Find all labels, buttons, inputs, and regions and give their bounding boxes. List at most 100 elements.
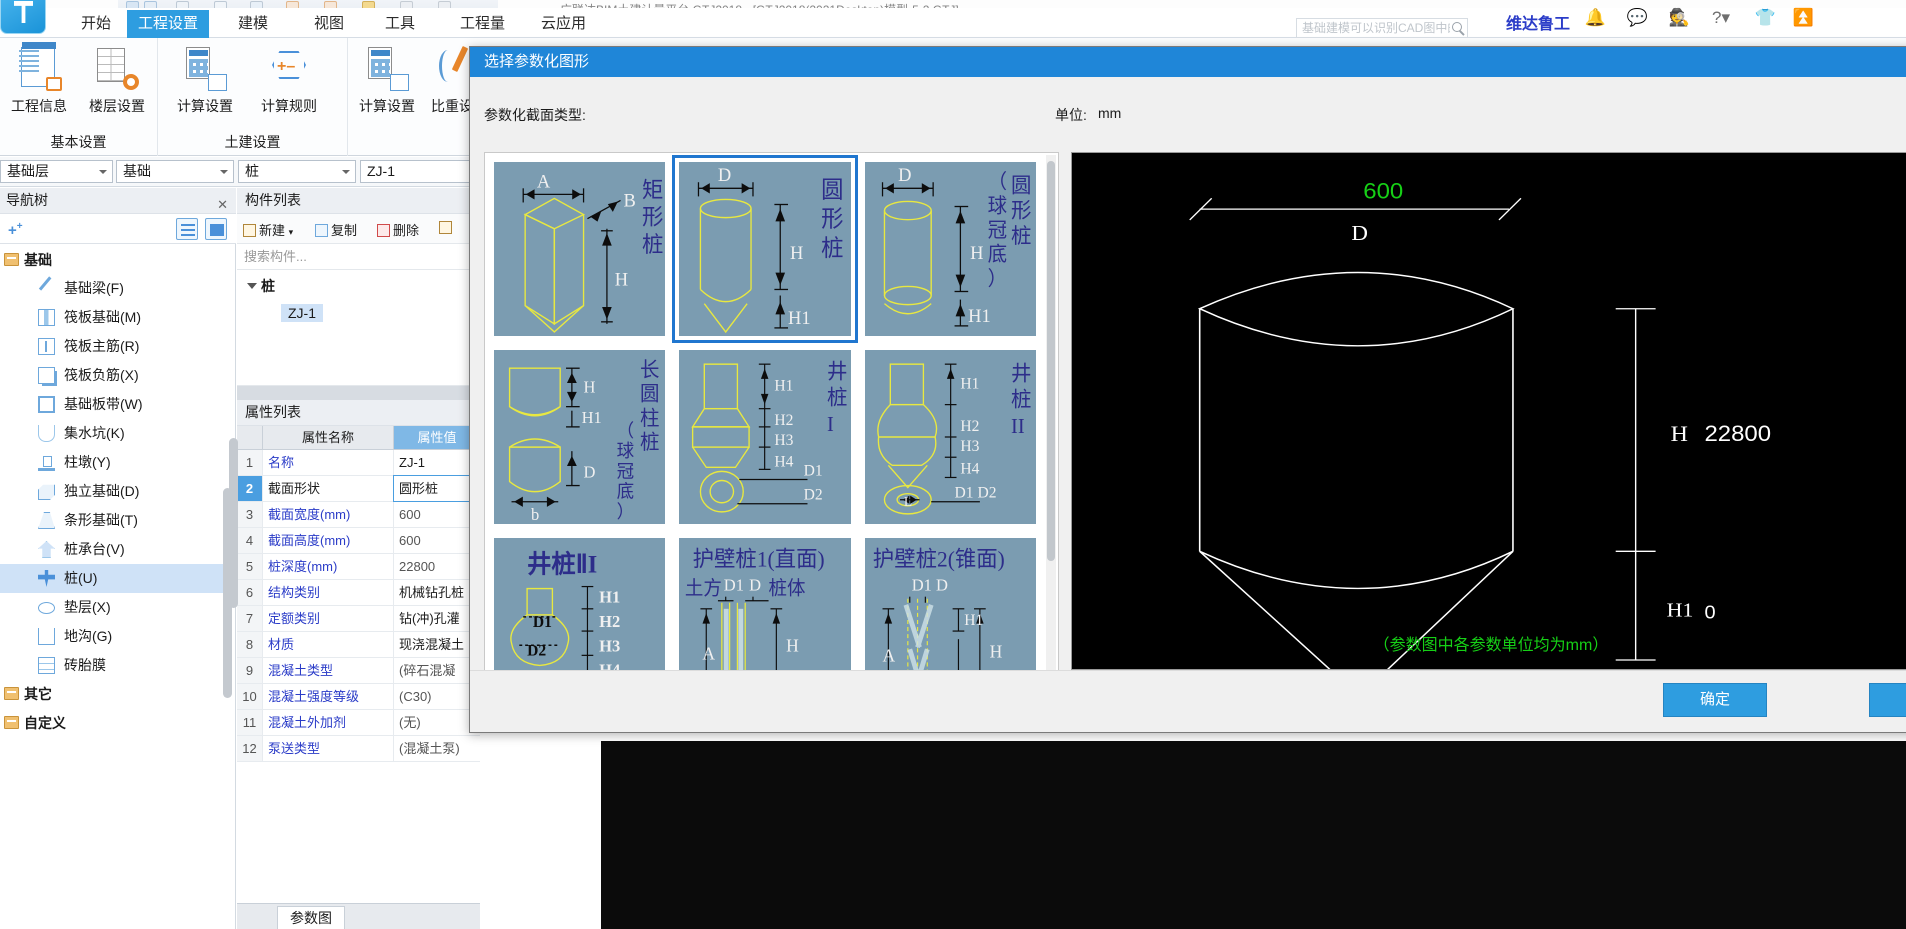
scrollbar-thumb[interactable] (1047, 161, 1055, 561)
svg-text:D: D (718, 165, 731, 186)
sidebar-item-sump-pit[interactable]: 集水坑(K) (0, 419, 236, 448)
shirt-icon[interactable]: 👕 (1755, 8, 1776, 28)
add-item-icon[interactable]: ++ (4, 218, 26, 240)
table-row[interactable]: 2 截面形状 圆形桩 (237, 475, 481, 502)
floor-selector[interactable]: 基础层 (0, 160, 113, 183)
shape-tile-rect-pile[interactable]: A B H 矩 形 桩 (488, 156, 672, 342)
list-view-icon[interactable] (176, 218, 198, 240)
sidebar-item-column-pier[interactable]: 柱墩(Y) (0, 448, 236, 477)
tree-root-foundation[interactable]: 基础 (0, 246, 236, 274)
app-logo-icon[interactable] (0, 0, 46, 34)
member-name-value: ZJ-1 (367, 163, 395, 179)
tab-modeling[interactable]: 建模 (227, 10, 279, 38)
svg-text:D: D (749, 575, 761, 594)
sidebar-item-cushion[interactable]: 垫层(X) (0, 593, 236, 622)
help-icon[interactable]: ?▾ (1712, 8, 1730, 28)
calc-settings-button-rebar[interactable]: 计算设置 (348, 44, 426, 116)
tab-view[interactable]: 视图 (303, 10, 355, 38)
new-component-button[interactable]: 新建 ▾ (243, 220, 293, 239)
sidebar-item-pile-cap[interactable]: 桩承台(V) (0, 535, 236, 564)
tree-group-custom[interactable]: 自定义 (0, 709, 236, 738)
property-list-caption: 属性列表 (237, 400, 480, 426)
shape-tile-well-pile-2[interactable]: H1 H2 H3 H4 L D1 D2 井 桩 II (858, 344, 1042, 530)
svg-text:H1: H1 (582, 408, 602, 427)
calc-settings-button-civil[interactable]: 计算设置 (166, 44, 244, 116)
shape-tile-oblong-column[interactable]: H H1 D b 长 圆 柱 桩 （ 球 冠 底 ） (488, 344, 672, 530)
sidebar-item-raft-foundation[interactable]: 筏板基础(M) (0, 303, 236, 332)
chevron-down-icon[interactable] (99, 170, 107, 174)
chevron-down-icon[interactable] (342, 170, 350, 174)
svg-text:形: 形 (642, 205, 664, 229)
shape-tile-well-pile-1[interactable]: H1 H2 H3 H4 D1 D2 井 桩 I (673, 344, 857, 530)
table-row[interactable]: 11 混凝土外加剂 (无) (237, 710, 480, 736)
canvas-viewport[interactable] (601, 741, 1906, 929)
project-info-button[interactable]: 工程信息 (0, 42, 78, 116)
sidebar-item-strip-foundation[interactable]: 条形基础(T) (0, 506, 236, 535)
table-row[interactable]: 5 桩深度(mm) 22800 (237, 554, 480, 580)
raft-main-rebar-icon (38, 338, 55, 355)
table-row[interactable]: 1 名称 ZJ-1 (237, 450, 480, 476)
chevron-down-icon[interactable] (220, 170, 228, 174)
table-row[interactable]: 12 泵送类型 (混凝土泵) (237, 736, 480, 762)
table-row[interactable]: 4 截面高度(mm) 600 (237, 528, 480, 554)
member-name-field[interactable]: ZJ-1 (360, 160, 480, 183)
tab-cloud-apps[interactable]: 云应用 (530, 10, 597, 38)
svg-text:D: D (584, 462, 596, 481)
calc-settings-rebar-icon (363, 44, 411, 92)
property-scrollbar[interactable] (229, 438, 238, 608)
tree-group-other[interactable]: 其它 (0, 680, 236, 709)
user-brand-label[interactable]: 维达鲁工 (1506, 10, 1570, 34)
tab-parameter-diagram[interactable]: 参数图 (277, 906, 345, 929)
sidebar-item-raft-negative-rebar[interactable]: 筏板负筋(X) (0, 361, 236, 390)
calc-rules-button[interactable]: +– 计算规则 (250, 44, 328, 116)
search-icon[interactable] (1452, 22, 1462, 32)
delete-component-button[interactable]: 删除 (377, 220, 419, 239)
element-selector[interactable]: 桩 (238, 160, 356, 183)
search-input[interactable]: 基础建模可以识别CAD图中的独基和承台吗? (1296, 18, 1468, 38)
sidebar-item-ditch[interactable]: 地沟(G) (0, 622, 236, 651)
shape-tile-round-pile[interactable]: D H H1 圆 形 桩 (672, 155, 858, 343)
svg-text:矩: 矩 (642, 178, 663, 202)
shape-tile-sphere-bottom-pile[interactable]: D H H1 圆 形 桩 （ 球 冠 底 ） (858, 156, 1042, 342)
floor-settings-button[interactable]: 楼层设置 (78, 44, 156, 116)
copy-component-button[interactable]: 复制 (315, 220, 357, 239)
floor-settings-label: 楼层设置 (89, 98, 145, 114)
cancel-button[interactable]: 取 (1869, 683, 1906, 717)
table-row[interactable]: 10 混凝土强度等级 (C30) (237, 684, 480, 710)
table-row[interactable]: 6 结构类别 机械钻孔桩 (237, 580, 480, 606)
component-search-input[interactable]: 搜索构件... (237, 244, 480, 270)
table-row[interactable]: 8 材质 现浇混凝土 (237, 632, 480, 658)
layer-component-button[interactable] (439, 220, 455, 235)
table-row[interactable]: 9 混凝土类型 (碎石混凝 (237, 658, 480, 684)
sidebar-item-raft-main-rebar[interactable]: 筏板主筋(R) (0, 332, 236, 361)
tab-tools[interactable]: 工具 (374, 10, 426, 38)
sidebar-item-foundation-beam[interactable]: 基础梁(F) (0, 274, 236, 303)
tab-project-settings[interactable]: 工程设置 (127, 10, 210, 38)
face-icon[interactable]: 🕵 (1669, 8, 1690, 28)
chat-icon[interactable]: 💬 (1627, 8, 1648, 28)
grid-view-icon[interactable] (205, 218, 227, 240)
svg-text:D1: D1 (804, 462, 823, 479)
component-tree-node[interactable]: 桩 (247, 276, 275, 296)
category-selector[interactable]: 基础 (116, 160, 234, 183)
tab-quantity[interactable]: 工程量 (449, 10, 516, 38)
property-tabstrip: 参数图 (237, 903, 480, 929)
shape-list-scrollbar[interactable] (1046, 155, 1056, 714)
export-icon[interactable]: ⏫ (1793, 8, 1814, 28)
table-row[interactable]: 7 定额类别 钻(冲)孔灌 (237, 606, 480, 632)
tab-start[interactable]: 开始 (70, 10, 122, 38)
shape-list[interactable]: A B H 矩 形 桩 D H H1 圆 形 桩 D H H1 圆 形 桩 （ … (484, 152, 1059, 717)
svg-text:H: H (786, 635, 799, 655)
sump-pit-icon (38, 425, 55, 442)
table-row[interactable]: 3 截面宽度(mm) 600 (237, 502, 480, 528)
sidebar-item-brick-mold[interactable]: 砖胎膜 (0, 651, 236, 680)
ok-button[interactable]: 确定 (1663, 683, 1767, 717)
project-info-label: 工程信息 (11, 98, 67, 114)
sidebar-item-pile[interactable]: 桩(U) (0, 564, 236, 593)
bell-icon[interactable]: 🔔 (1585, 8, 1606, 28)
sidebar-item-isolated-foundation[interactable]: 独立基础(D) (0, 477, 236, 506)
dialog-footer: 确定 取 (470, 670, 1906, 732)
sidebar-item-foundation-band[interactable]: 基础板带(W) (0, 390, 236, 419)
svg-text:柱: 柱 (640, 408, 660, 430)
component-tree-leaf[interactable]: ZJ-1 (281, 304, 323, 322)
